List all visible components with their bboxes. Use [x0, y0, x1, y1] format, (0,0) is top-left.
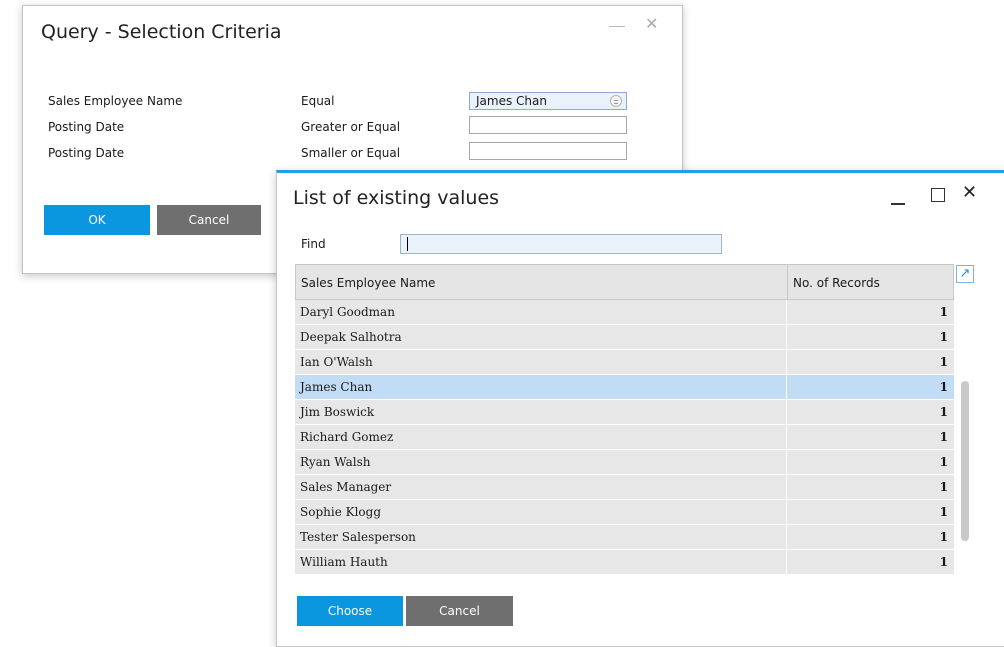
column-divider[interactable]	[787, 265, 788, 299]
values-table: Sales Employee Name No. of Records Daryl…	[295, 264, 954, 575]
criteria-field-label: Sales Employee Name	[48, 94, 183, 108]
minimize-icon[interactable]	[891, 203, 905, 205]
table-row[interactable]: William Hauth 1	[295, 550, 954, 575]
cell-sales-employee-name: Tester Salesperson	[295, 525, 786, 549]
column-header-no-of-records[interactable]: No. of Records	[793, 276, 880, 290]
cell-no-of-records: 1	[787, 500, 954, 524]
text-caret	[407, 237, 408, 251]
cell-sales-employee-name: Ian O'Walsh	[295, 350, 786, 374]
table-row[interactable]: Sales Manager 1	[295, 475, 954, 500]
cell-sales-employee-name: Sophie Klogg	[295, 500, 786, 524]
find-label: Find	[301, 237, 326, 251]
table-body: Daryl Goodman 1 Deepak Salhotra 1 Ian O'Wals…	[295, 300, 954, 575]
posting-date-from-field[interactable]	[469, 116, 627, 134]
cell-sales-employee-name: Richard Gomez	[295, 425, 786, 449]
cell-no-of-records: 1	[787, 300, 954, 324]
cell-no-of-records: 1	[787, 525, 954, 549]
cell-sales-employee-name: Deepak Salhotra	[295, 325, 786, 349]
cancel-button[interactable]: Cancel	[157, 205, 261, 235]
cell-sales-employee-name: James Chan	[295, 375, 786, 399]
criteria-operator: Smaller or Equal	[301, 146, 401, 160]
list-window-title: List of existing values	[293, 187, 500, 209]
cell-no-of-records: 1	[787, 550, 954, 574]
cell-no-of-records: 1	[787, 425, 954, 449]
table-row[interactable]: Sophie Klogg 1	[295, 500, 954, 525]
cell-no-of-records: 1	[787, 325, 954, 349]
table-row[interactable]: Deepak Salhotra 1	[295, 325, 954, 350]
cell-sales-employee-name: Daryl Goodman	[295, 300, 786, 324]
criteria-field-label: Posting Date	[48, 146, 125, 160]
table-row[interactable]: Ryan Walsh 1	[295, 450, 954, 475]
table-header: Sales Employee Name No. of Records	[295, 264, 954, 300]
list-of-values-window: List of existing values ✕ Find Sales Emp…	[276, 170, 1004, 647]
minimize-icon[interactable]	[609, 26, 625, 27]
cancel-button[interactable]: Cancel	[406, 596, 513, 626]
maximize-icon[interactable]	[931, 188, 945, 202]
vertical-scrollbar[interactable]	[961, 381, 969, 541]
cell-sales-employee-name: Ryan Walsh	[295, 450, 786, 474]
find-input[interactable]	[400, 234, 722, 254]
table-row[interactable]: Jim Boswick 1	[295, 400, 954, 425]
criteria-operator: Equal	[301, 94, 335, 108]
table-row[interactable]: Daryl Goodman 1	[295, 300, 954, 325]
lookup-icon[interactable]	[610, 95, 622, 107]
expand-arrow-icon[interactable]: ↗	[956, 265, 974, 283]
query-window-title: Query - Selection Criteria	[41, 21, 282, 43]
cell-no-of-records: 1	[787, 375, 954, 399]
cell-no-of-records: 1	[787, 450, 954, 474]
ok-button[interactable]: OK	[44, 205, 150, 235]
posting-date-to-field[interactable]	[469, 142, 627, 160]
cell-no-of-records: 1	[787, 350, 954, 374]
cell-sales-employee-name: William Hauth	[295, 550, 786, 574]
close-icon[interactable]: ✕	[962, 184, 977, 202]
cell-sales-employee-name: Sales Manager	[295, 475, 786, 499]
table-row[interactable]: James Chan 1	[295, 375, 954, 400]
close-icon[interactable]: ✕	[645, 16, 658, 32]
column-header-sales-employee-name[interactable]: Sales Employee Name	[301, 276, 435, 290]
sales-employee-value-field[interactable]: James Chan	[469, 92, 627, 110]
criteria-value: James Chan	[476, 94, 547, 108]
table-row[interactable]: Richard Gomez 1	[295, 425, 954, 450]
table-row[interactable]: Ian O'Walsh 1	[295, 350, 954, 375]
criteria-field-label: Posting Date	[48, 120, 125, 134]
choose-button[interactable]: Choose	[297, 596, 403, 626]
criteria-operator: Greater or Equal	[301, 120, 401, 134]
cell-no-of-records: 1	[787, 475, 954, 499]
cell-sales-employee-name: Jim Boswick	[295, 400, 786, 424]
table-row[interactable]: Tester Salesperson 1	[295, 525, 954, 550]
cell-no-of-records: 1	[787, 400, 954, 424]
